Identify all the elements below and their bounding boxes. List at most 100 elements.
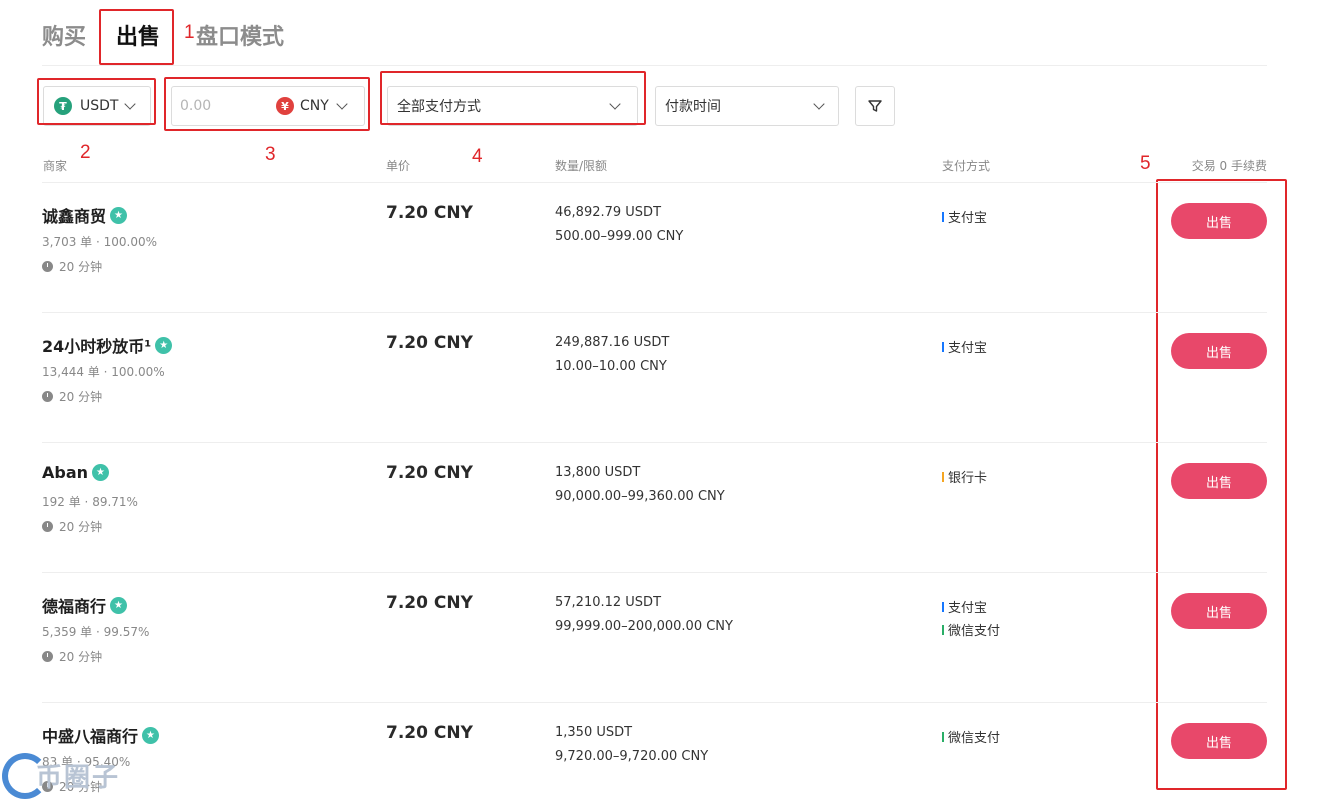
pay-time: 20 分钟 <box>42 518 102 535</box>
payment-method-name: 支付宝 <box>948 601 988 616</box>
unit-price: 7.20 CNY <box>386 203 473 223</box>
header-merchant: 商家 <box>43 159 68 173</box>
watermark-text: 币圈子 <box>36 763 121 793</box>
verified-badge-icon <box>155 336 173 354</box>
clock-icon <box>42 521 53 532</box>
payment-method-name: 银行卡 <box>948 471 988 486</box>
merchant-stats: 5,359 单 · 99.57% <box>42 623 149 640</box>
stats-separator: · <box>99 365 112 379</box>
payment-color-bar <box>942 211 944 222</box>
stats-separator: · <box>92 625 104 639</box>
chevron-down-icon <box>336 98 348 110</box>
sell-button[interactable]: 出售 <box>1171 463 1267 499</box>
merchant-name[interactable]: 24小时秒放币¹ <box>42 333 173 357</box>
watermark-logo: 币圈子 <box>2 748 152 803</box>
tab-buy[interactable]: 购买 <box>42 18 86 58</box>
available-quantity: 13,800 USDT <box>555 465 641 480</box>
payment-method-item: 微信支付 <box>942 725 1000 748</box>
pay-time: 20 分钟 <box>42 648 102 665</box>
annotation-number-2: 2 <box>80 142 91 163</box>
filter-button[interactable] <box>855 86 895 126</box>
annotation-number-1: 1 <box>184 22 195 43</box>
merchant-name-text: Aban <box>42 463 89 482</box>
annotation-number-5: 5 <box>1140 153 1151 174</box>
header-quantity: 数量/限额 <box>555 159 608 173</box>
coin-select[interactable]: ₮ USDT <box>43 86 151 126</box>
unit-price: 7.20 CNY <box>386 463 473 483</box>
clock-icon <box>42 391 53 402</box>
payment-method-name: 支付宝 <box>948 211 988 226</box>
unit-price: 7.20 CNY <box>386 593 473 613</box>
merchant-name[interactable]: 中盛八福商行 <box>42 723 160 747</box>
order-limit: 99,999.00–200,000.00 CNY <box>555 619 733 634</box>
sell-button[interactable]: 出售 <box>1171 203 1267 239</box>
order-limit: 90,000.00–99,360.00 CNY <box>555 489 725 504</box>
payment-method-select[interactable]: 全部支付方式 <box>387 86 638 126</box>
trade-tabs: 购买 出售 盘口模式 <box>42 18 284 58</box>
tab-orderbook-mode[interactable]: 盘口模式 <box>196 18 284 58</box>
tab-sell[interactable]: 出售 <box>116 18 160 58</box>
stats-separator: · <box>80 495 93 509</box>
pay-time-text: 20 分钟 <box>59 390 103 404</box>
verified-badge-icon <box>142 726 160 744</box>
table-row: 中盛八福商行83 单 · 95.40%20 分钟7.20 CNY1,350 US… <box>42 703 1267 805</box>
payment-method-item: 银行卡 <box>942 465 987 488</box>
completion-rate: 100.00% <box>103 235 158 249</box>
available-quantity: 249,887.16 USDT <box>555 335 670 350</box>
amount-input[interactable] <box>180 98 276 114</box>
currency-select[interactable]: ¥ CNY <box>276 97 348 115</box>
available-quantity: 57,210.12 USDT <box>555 595 662 610</box>
unit-price: 7.20 CNY <box>386 723 473 743</box>
payment-method-item: 微信支付 <box>942 618 1000 641</box>
payment-color-bar <box>942 341 944 352</box>
sell-button[interactable]: 出售 <box>1171 593 1267 629</box>
sell-button[interactable]: 出售 <box>1171 333 1267 369</box>
payment-method-name: 微信支付 <box>948 731 1001 746</box>
merchant-stats: 3,703 单 · 100.00% <box>42 233 157 250</box>
tether-icon: ₮ <box>54 97 72 115</box>
header-price: 单价 <box>386 159 411 173</box>
table-row: Aban 192 单 · 89.71% 20 分钟 7.20 CNY 13,800 US… <box>42 443 1267 573</box>
payment-methods: 银行卡 <box>942 465 987 488</box>
payment-method-name: 微信支付 <box>948 624 1001 639</box>
chevron-down-icon <box>813 98 825 110</box>
verified-badge-icon <box>110 596 128 614</box>
merchant-name-text: 中盛八福商行 <box>42 727 139 746</box>
chevron-down-icon <box>124 98 136 110</box>
available-quantity: 46,892.79 USDT <box>555 205 662 220</box>
available-quantity: 1,350 USDT <box>555 725 633 740</box>
pay-time-text: 20 分钟 <box>59 650 103 664</box>
merchant-name[interactable]: Aban <box>42 463 110 482</box>
order-limit: 10.00–10.00 CNY <box>555 359 667 374</box>
pay-time: 20 分钟 <box>42 258 102 275</box>
payment-methods: 支付宝 微信支付 <box>942 595 1000 641</box>
header-payment: 支付方式 <box>942 159 991 173</box>
tabs-divider <box>42 65 1267 66</box>
stats-separator: · <box>92 235 104 249</box>
payment-methods: 微信支付 <box>942 725 1000 748</box>
merchant-name[interactable]: 诚鑫商贸 <box>42 203 128 227</box>
pay-time-value: 付款时间 <box>665 99 721 115</box>
merchant-stats: 192 单 · 89.71% <box>42 493 138 510</box>
merchant-name-text: 诚鑫商贸 <box>42 207 107 226</box>
filter-icon <box>868 100 882 112</box>
payment-color-bar <box>942 601 944 612</box>
payment-color-bar <box>942 731 944 742</box>
merchant-name-text: 24小时秒放币¹ <box>42 337 152 356</box>
completion-rate: 99.57% <box>103 625 150 639</box>
clock-icon <box>42 651 53 662</box>
table-row: 德福商行 5,359 单 · 99.57% 20 分钟 7.20 CNY 57,210.… <box>42 573 1267 703</box>
completion-rate: 89.71% <box>92 495 138 509</box>
unit-price: 7.20 CNY <box>386 333 473 353</box>
pay-time-select[interactable]: 付款时间 <box>655 86 839 126</box>
merchant-name[interactable]: 德福商行 <box>42 593 128 617</box>
merchant-name-text: 德福商行 <box>42 597 107 616</box>
sell-button[interactable]: 出售 <box>1171 723 1267 759</box>
pay-time: 20 分钟 <box>42 388 102 405</box>
verified-badge-icon <box>92 464 110 481</box>
payment-color-bar <box>942 624 944 635</box>
pay-time-text: 20 分钟 <box>59 520 103 534</box>
table-row: 24小时秒放币¹ 13,444 单 · 100.00% 20 分钟 7.20 CNY 2… <box>42 313 1267 443</box>
clock-icon <box>42 261 53 272</box>
order-limit: 500.00–999.00 CNY <box>555 229 684 244</box>
